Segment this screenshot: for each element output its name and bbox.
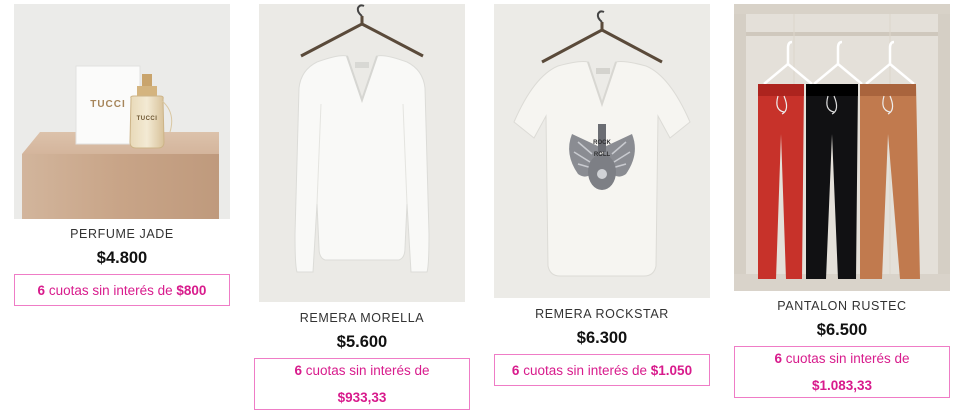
installments-count: 6 [37, 282, 46, 298]
product-price: $5.600 [336, 333, 388, 351]
white-longsleeve-tee-illustration [259, 4, 465, 302]
white-vneck-tee-illustration: ROCK ROLL [494, 4, 710, 298]
product-image-pantalon-rustec[interactable] [734, 4, 950, 291]
installments-text: cuotas sin interés de [48, 282, 173, 298]
installments-count: 6 [294, 363, 302, 378]
installments-box[interactable]: 6 cuotas sin interés de $1.083,33 [734, 346, 950, 398]
installments-count: 6 [511, 362, 520, 378]
product-image-perfume-jade[interactable]: TUCCI TUCCI [14, 4, 230, 219]
product-name[interactable]: PANTALON RUSTEC [734, 299, 950, 313]
installments-amount: $1.050 [650, 362, 693, 378]
installments-box[interactable]: 6 cuotas sin interés de $800 [14, 274, 230, 306]
product-price: $6.300 [576, 329, 628, 347]
installments-box[interactable]: 6 cuotas sin interés de $1.050 [494, 354, 710, 386]
installments-box[interactable]: 6 cuotas sin interés de $933,33 [254, 358, 470, 410]
installments-amount: $1.083,33 [811, 378, 873, 393]
perfume-box-logo: TUCCI [90, 99, 126, 110]
product-name[interactable]: REMERA MORELLA [259, 311, 465, 325]
svg-text:TUCCI: TUCCI [137, 116, 158, 122]
installments-text: cuotas sin interés de [305, 363, 430, 378]
installments-count: 6 [774, 351, 782, 366]
installments-text: cuotas sin interés de [523, 362, 648, 378]
product-image-remera-rockstar[interactable]: ROCK ROLL [494, 4, 710, 298]
svg-text:ROLL: ROLL [594, 152, 611, 158]
product-image-remera-morella[interactable] [259, 4, 465, 302]
installments-text: cuotas sin interés de [785, 351, 910, 366]
product-name[interactable]: PERFUME JADE [14, 227, 230, 241]
installments-amount: $800 [176, 282, 207, 298]
perfume-photo-illustration: TUCCI TUCCI [14, 4, 230, 219]
three-pants-illustration [734, 4, 950, 291]
product-name[interactable]: REMERA ROCKSTAR [494, 307, 710, 321]
product-price: $6.500 [816, 321, 868, 339]
svg-text:ROCK: ROCK [593, 140, 611, 146]
installments-amount: $933,33 [337, 390, 387, 405]
product-price: $4.800 [96, 249, 148, 267]
